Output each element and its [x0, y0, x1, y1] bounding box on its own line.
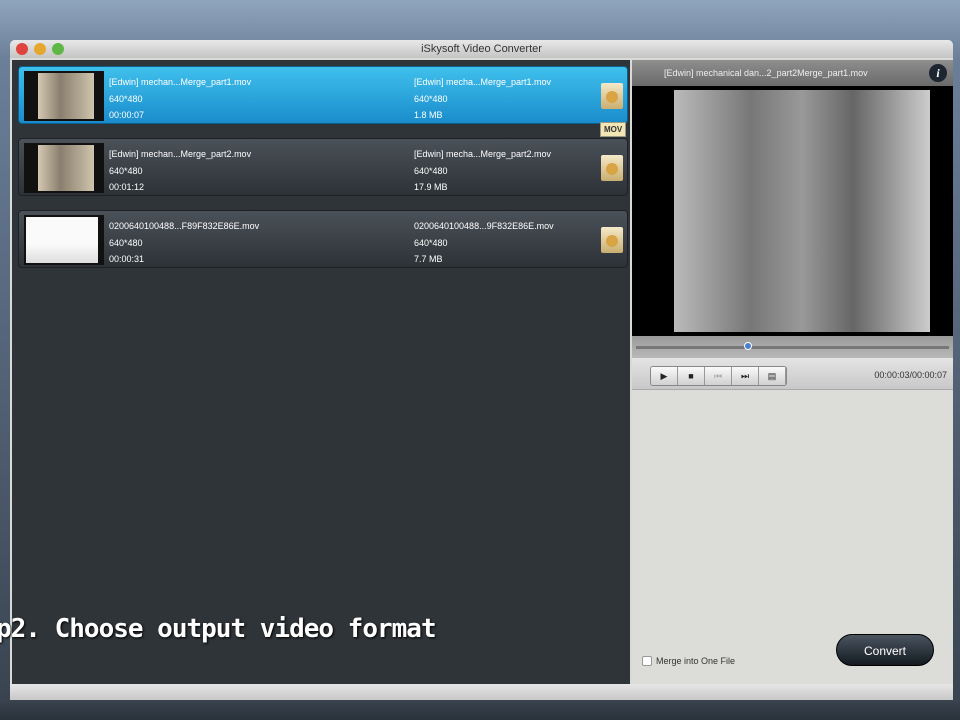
- file-duration: 00:00:31: [109, 254, 145, 264]
- zoom-button[interactable]: [52, 43, 64, 55]
- output-format-icon[interactable]: [601, 227, 623, 253]
- previous-frame-icon[interactable]: ⏮: [705, 367, 732, 385]
- file-name: [Edwin] mechan...Merge_part1.mov: [109, 77, 252, 87]
- app-window: iSkysoft Video Converter [Edwin] mechan.…: [10, 40, 953, 700]
- output-size: 17.9 MB: [414, 182, 448, 192]
- output-resolution: 640*480: [414, 166, 448, 176]
- video-thumbnail: [24, 215, 104, 265]
- output-resolution: 640*480: [414, 94, 448, 104]
- format-tooltip: MOV: [600, 122, 627, 137]
- file-duration: 00:00:07: [109, 110, 145, 120]
- playback-controls: ▶ ■ ⏮ ⏭ ▤ 00:00:03/00:00:07: [632, 358, 953, 390]
- snapshot-folder-icon[interactable]: ▤: [759, 367, 786, 385]
- seek-knob[interactable]: [743, 342, 752, 350]
- tutorial-caption: p2. Choose output video format: [0, 614, 437, 644]
- file-name: [Edwin] mechan...Merge_part2.mov: [109, 149, 252, 159]
- status-bar: [10, 684, 953, 700]
- seek-slider[interactable]: [632, 336, 953, 358]
- play-icon[interactable]: ▶: [651, 367, 678, 385]
- merge-checkbox[interactable]: [642, 656, 652, 666]
- minimize-button[interactable]: [34, 43, 46, 55]
- output-name: [Edwin] mecha...Merge_part1.mov: [414, 77, 552, 87]
- merge-label: Merge into One File: [656, 656, 736, 666]
- video-thumbnail: [24, 143, 104, 193]
- output-resolution: 640*480: [414, 238, 448, 248]
- video-preview: [632, 86, 953, 336]
- convert-button[interactable]: Convert: [836, 634, 934, 666]
- preview-panel: [Edwin] mechanical dan...2_part2Merge_pa…: [632, 60, 953, 684]
- file-duration: 00:01:12: [109, 182, 145, 192]
- file-resolution: 640*480: [109, 94, 143, 104]
- stop-icon[interactable]: ■: [678, 367, 705, 385]
- output-name: [Edwin] mecha...Merge_part2.mov: [414, 149, 552, 159]
- preview-title: [Edwin] mechanical dan...2_part2Merge_pa…: [664, 68, 868, 78]
- time-display: 00:00:03/00:00:07: [874, 370, 947, 380]
- next-frame-icon[interactable]: ⏭: [732, 367, 759, 385]
- file-list: [Edwin] mechan...Merge_part1.mov 640*480…: [12, 60, 630, 684]
- file-row[interactable]: [Edwin] mechan...Merge_part2.mov 640*480…: [18, 138, 628, 196]
- video-thumbnail: [24, 71, 104, 121]
- file-resolution: 640*480: [109, 238, 143, 248]
- output-format-icon[interactable]: [601, 83, 623, 109]
- output-size: 1.8 MB: [414, 110, 443, 120]
- preview-header: [Edwin] mechanical dan...2_part2Merge_pa…: [632, 60, 953, 86]
- file-resolution: 640*480: [109, 166, 143, 176]
- output-format-icon[interactable]: [601, 155, 623, 181]
- file-row[interactable]: [Edwin] mechan...Merge_part1.mov 640*480…: [18, 66, 628, 124]
- close-button[interactable]: [16, 43, 28, 55]
- output-name: 0200640100488...9F832E86E.mov: [414, 221, 554, 231]
- file-row[interactable]: 0200640100488...F89F832E86E.mov 640*480 …: [18, 210, 628, 268]
- info-icon[interactable]: i: [929, 64, 947, 82]
- title-bar: iSkysoft Video Converter: [10, 40, 953, 58]
- file-name: 0200640100488...F89F832E86E.mov: [109, 221, 260, 231]
- merge-option[interactable]: Merge into One File: [642, 656, 735, 666]
- output-size: 7.7 MB: [414, 254, 443, 264]
- window-title: iSkysoft Video Converter: [421, 43, 542, 55]
